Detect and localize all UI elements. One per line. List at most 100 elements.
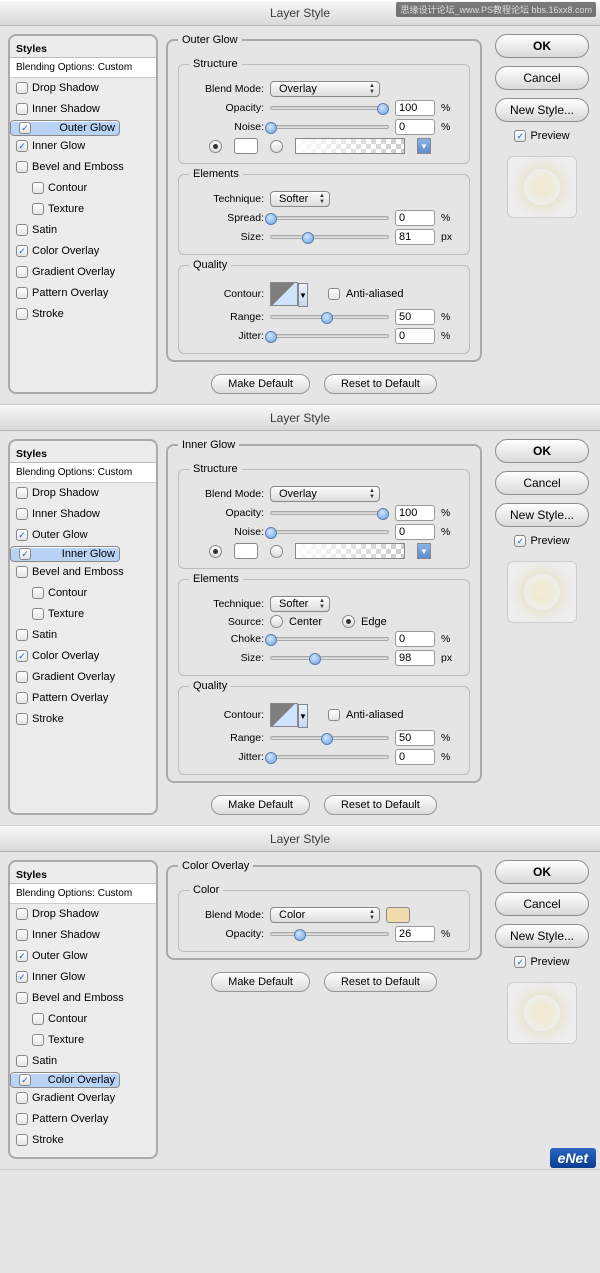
style-checkbox[interactable]: ✓ xyxy=(16,950,28,962)
gradient-dropdown-icon[interactable]: ▼ xyxy=(417,138,431,154)
range-slider[interactable] xyxy=(270,311,389,323)
contour-picker[interactable]: ▼ xyxy=(270,703,298,727)
style-checkbox[interactable] xyxy=(16,1055,28,1067)
style-item-inner-glow[interactable]: ✓Inner Glow xyxy=(10,136,156,157)
gradient-well[interactable] xyxy=(295,543,405,559)
spread-input[interactable] xyxy=(395,210,435,226)
style-item-inner-shadow[interactable]: Inner Shadow xyxy=(10,925,156,946)
new-style-button[interactable]: New Style... xyxy=(495,924,589,948)
style-item-contour[interactable]: Contour xyxy=(10,1009,156,1030)
style-item-outer-glow[interactable]: ✓Outer Glow xyxy=(10,525,156,546)
style-checkbox[interactable]: ✓ xyxy=(19,1074,31,1086)
style-item-drop-shadow[interactable]: Drop Shadow xyxy=(10,904,156,925)
ok-button[interactable]: OK xyxy=(495,34,589,58)
noise-input[interactable] xyxy=(395,119,435,135)
reset-default-button[interactable]: Reset to Default xyxy=(324,374,437,394)
blending-options[interactable]: Blending Options: Custom xyxy=(10,58,156,78)
opacity-slider[interactable] xyxy=(270,928,389,940)
style-checkbox[interactable] xyxy=(16,487,28,499)
range-input[interactable] xyxy=(395,309,435,325)
style-item-color-overlay[interactable]: ✓Color Overlay xyxy=(10,241,156,262)
style-item-pattern-overlay[interactable]: Pattern Overlay xyxy=(10,283,156,304)
style-item-outer-glow[interactable]: ✓Outer Glow xyxy=(10,946,156,967)
ok-button[interactable]: OK xyxy=(495,860,589,884)
style-checkbox[interactable] xyxy=(32,203,44,215)
style-checkbox[interactable] xyxy=(16,82,28,94)
blending-options[interactable]: Blending Options: Custom xyxy=(10,884,156,904)
size-slider[interactable] xyxy=(270,652,389,664)
style-item-gradient-overlay[interactable]: Gradient Overlay xyxy=(10,667,156,688)
blending-options[interactable]: Blending Options: Custom xyxy=(10,463,156,483)
reset-default-button[interactable]: Reset to Default xyxy=(324,972,437,992)
make-default-button[interactable]: Make Default xyxy=(211,972,310,992)
style-checkbox[interactable]: ✓ xyxy=(19,548,31,560)
make-default-button[interactable]: Make Default xyxy=(211,374,310,394)
noise-input[interactable] xyxy=(395,524,435,540)
style-checkbox[interactable] xyxy=(16,713,28,725)
style-checkbox[interactable] xyxy=(16,266,28,278)
cancel-button[interactable]: Cancel xyxy=(495,66,589,90)
style-item-inner-glow[interactable]: ✓Inner Glow xyxy=(10,546,120,562)
style-item-inner-shadow[interactable]: Inner Shadow xyxy=(10,99,156,120)
noise-slider[interactable] xyxy=(270,121,389,133)
noise-slider[interactable] xyxy=(270,526,389,538)
style-item-pattern-overlay[interactable]: Pattern Overlay xyxy=(10,688,156,709)
style-item-contour[interactable]: Contour xyxy=(10,178,156,199)
spread-slider[interactable] xyxy=(270,212,389,224)
style-checkbox[interactable]: ✓ xyxy=(16,140,28,152)
style-checkbox[interactable] xyxy=(16,908,28,920)
style-checkbox[interactable] xyxy=(16,629,28,641)
style-checkbox[interactable] xyxy=(16,508,28,520)
style-checkbox[interactable] xyxy=(16,224,28,236)
overlay-color-well[interactable] xyxy=(386,907,410,923)
gradient-radio[interactable] xyxy=(270,140,283,153)
style-item-texture[interactable]: Texture xyxy=(10,1030,156,1051)
opacity-input[interactable] xyxy=(395,505,435,521)
style-checkbox[interactable]: ✓ xyxy=(16,650,28,662)
range-slider[interactable] xyxy=(270,732,389,744)
style-item-outer-glow[interactable]: ✓Outer Glow xyxy=(10,120,120,136)
style-item-inner-glow[interactable]: ✓Inner Glow xyxy=(10,967,156,988)
style-checkbox[interactable] xyxy=(16,1134,28,1146)
glow-color-well[interactable] xyxy=(234,543,258,559)
jitter-slider[interactable] xyxy=(270,330,389,342)
jitter-input[interactable] xyxy=(395,328,435,344)
style-item-texture[interactable]: Texture xyxy=(10,604,156,625)
style-checkbox[interactable] xyxy=(16,287,28,299)
style-item-contour[interactable]: Contour xyxy=(10,583,156,604)
ok-button[interactable]: OK xyxy=(495,439,589,463)
cancel-button[interactable]: Cancel xyxy=(495,471,589,495)
style-checkbox[interactable] xyxy=(32,608,44,620)
opacity-input[interactable] xyxy=(395,100,435,116)
style-item-stroke[interactable]: Stroke xyxy=(10,1130,156,1151)
size-input[interactable] xyxy=(395,229,435,245)
style-checkbox[interactable] xyxy=(16,103,28,115)
style-checkbox[interactable] xyxy=(16,308,28,320)
style-checkbox[interactable] xyxy=(16,1113,28,1125)
size-slider[interactable] xyxy=(270,231,389,243)
opacity-input[interactable] xyxy=(395,926,435,942)
choke-slider[interactable] xyxy=(270,633,389,645)
blend-mode-select[interactable]: Overlay▲▼ xyxy=(270,486,380,502)
style-checkbox[interactable] xyxy=(16,566,28,578)
style-item-color-overlay[interactable]: ✓Color Overlay xyxy=(10,646,156,667)
color-radio[interactable] xyxy=(209,140,222,153)
style-checkbox[interactable] xyxy=(32,182,44,194)
style-checkbox[interactable] xyxy=(16,161,28,173)
preview-checkbox[interactable]: ✓ xyxy=(514,535,526,547)
make-default-button[interactable]: Make Default xyxy=(211,795,310,815)
glow-color-well[interactable] xyxy=(234,138,258,154)
gradient-well[interactable] xyxy=(295,138,405,154)
style-checkbox[interactable] xyxy=(16,692,28,704)
jitter-slider[interactable] xyxy=(270,751,389,763)
style-item-stroke[interactable]: Stroke xyxy=(10,709,156,730)
color-radio[interactable] xyxy=(209,545,222,558)
range-input[interactable] xyxy=(395,730,435,746)
style-item-pattern-overlay[interactable]: Pattern Overlay xyxy=(10,1109,156,1130)
style-checkbox[interactable] xyxy=(32,587,44,599)
preview-checkbox[interactable]: ✓ xyxy=(514,956,526,968)
style-checkbox[interactable]: ✓ xyxy=(16,971,28,983)
size-input[interactable] xyxy=(395,650,435,666)
choke-input[interactable] xyxy=(395,631,435,647)
source-center-radio[interactable] xyxy=(270,615,283,628)
